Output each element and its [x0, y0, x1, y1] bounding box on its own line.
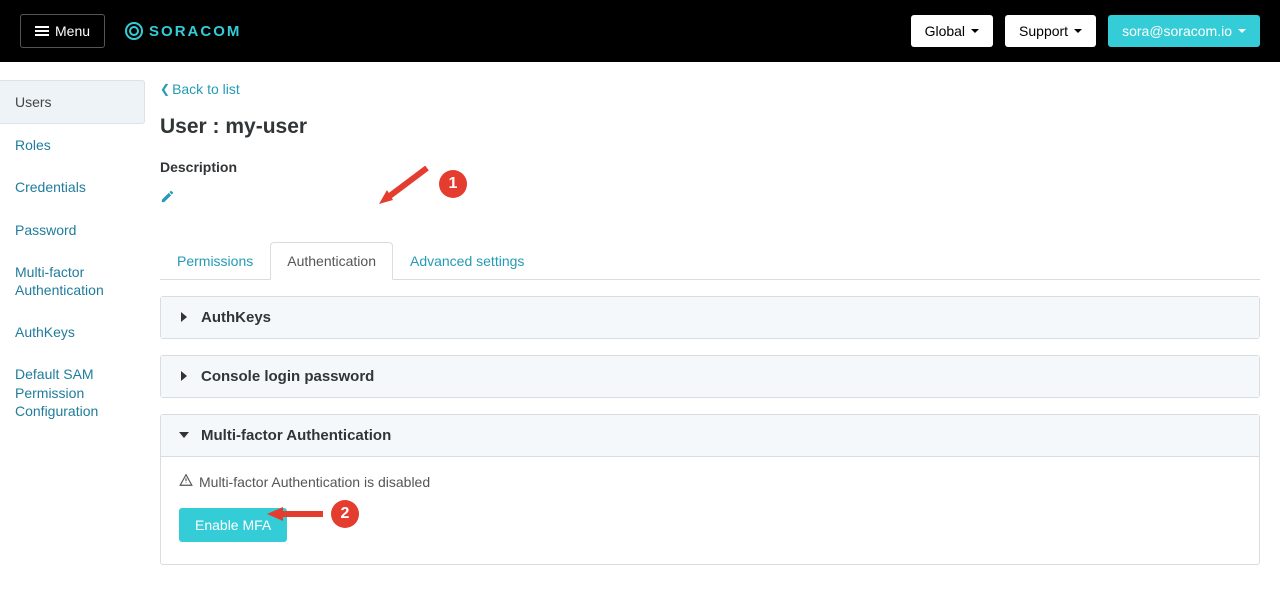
panel-header-authkeys[interactable]: AuthKeys	[161, 297, 1259, 338]
global-dropdown[interactable]: Global	[911, 15, 993, 47]
annotation-2: 2	[265, 500, 359, 528]
chevron-left-icon: ❮	[160, 82, 170, 96]
caret-down-icon	[1238, 29, 1246, 33]
back-label: Back to list	[172, 81, 240, 97]
warning-icon	[179, 473, 193, 490]
sidebar-item-credentials[interactable]: Credentials	[0, 166, 145, 208]
panel-authkeys: AuthKeys	[160, 296, 1260, 339]
main-content: ❮ Back to list User : my-user Descriptio…	[145, 62, 1280, 590]
tab-label: Permissions	[177, 253, 253, 269]
mfa-status-text: Multi-factor Authentication is disabled	[199, 474, 430, 490]
panel-header-mfa[interactable]: Multi-factor Authentication	[161, 415, 1259, 456]
sidebar-item-label: Default SAM Permission Configuration	[15, 366, 98, 418]
sidebar-item-roles[interactable]: Roles	[0, 124, 145, 166]
header-left: Menu SORACOM	[20, 14, 241, 48]
sidebar-item-label: Users	[15, 94, 52, 110]
support-label: Support	[1019, 23, 1068, 39]
annotation-number: 1	[449, 175, 458, 193]
hamburger-icon	[35, 26, 49, 36]
chevron-right-icon	[179, 309, 189, 326]
chevron-right-icon	[179, 368, 189, 385]
panel-mfa: Multi-factor Authentication Multi-factor…	[160, 414, 1260, 565]
brand-logo[interactable]: SORACOM	[125, 22, 241, 40]
global-label: Global	[925, 23, 965, 39]
brand-text: SORACOM	[149, 23, 241, 40]
tab-label: Advanced settings	[410, 253, 524, 269]
sidebar-item-label: AuthKeys	[15, 324, 75, 340]
arrow-icon	[265, 504, 325, 524]
sidebar-item-password[interactable]: Password	[0, 209, 145, 251]
annotation-bubble-1: 1	[439, 170, 467, 198]
account-dropdown[interactable]: sora@soracom.io	[1108, 15, 1260, 47]
app-header: Menu SORACOM Global Support sora@soracom…	[0, 0, 1280, 62]
pencil-icon	[160, 189, 175, 204]
menu-button-label: Menu	[55, 23, 90, 39]
arrow-icon	[375, 162, 433, 206]
account-label: sora@soracom.io	[1122, 23, 1232, 39]
sidebar-item-users[interactable]: Users	[0, 80, 145, 124]
caret-down-icon	[1074, 29, 1082, 33]
tab-advanced-settings[interactable]: Advanced settings	[393, 242, 541, 280]
tabs: Permissions Authentication Advanced sett…	[160, 241, 1260, 280]
sidebar-item-label: Roles	[15, 137, 51, 153]
back-to-list-link[interactable]: ❮ Back to list	[160, 81, 240, 97]
sidebar-item-default-sam[interactable]: Default SAM Permission Configuration	[0, 353, 145, 432]
sidebar-item-mfa[interactable]: Multi-factor Authentication	[0, 251, 145, 311]
support-dropdown[interactable]: Support	[1005, 15, 1096, 47]
panel-title: AuthKeys	[201, 309, 271, 326]
logo-icon	[125, 22, 143, 40]
description-heading: Description	[160, 159, 1260, 175]
panel-header-password[interactable]: Console login password	[161, 356, 1259, 397]
sidebar: Users Roles Credentials Password Multi-f…	[0, 62, 145, 590]
chevron-down-icon	[179, 427, 189, 444]
tab-permissions[interactable]: Permissions	[160, 242, 270, 280]
sidebar-item-label: Credentials	[15, 179, 86, 195]
enable-mfa-label: Enable MFA	[195, 517, 271, 533]
panel-title: Console login password	[201, 368, 374, 385]
sidebar-item-label: Password	[15, 222, 76, 238]
edit-description-button[interactable]	[160, 189, 1260, 209]
annotation-1: 1	[375, 162, 467, 206]
header-right: Global Support sora@soracom.io	[911, 15, 1260, 47]
menu-button[interactable]: Menu	[20, 14, 105, 48]
sidebar-item-label: Multi-factor Authentication	[15, 264, 104, 298]
sidebar-item-authkeys[interactable]: AuthKeys	[0, 311, 145, 353]
mfa-status: Multi-factor Authentication is disabled	[179, 473, 1241, 490]
tab-label: Authentication	[287, 253, 376, 269]
annotation-bubble-2: 2	[331, 500, 359, 528]
tab-authentication[interactable]: Authentication	[270, 242, 393, 280]
panel-password: Console login password	[160, 355, 1260, 398]
caret-down-icon	[971, 29, 979, 33]
annotation-number: 2	[341, 505, 350, 523]
panel-title: Multi-factor Authentication	[201, 427, 391, 444]
page-title: User : my-user	[160, 115, 1260, 139]
